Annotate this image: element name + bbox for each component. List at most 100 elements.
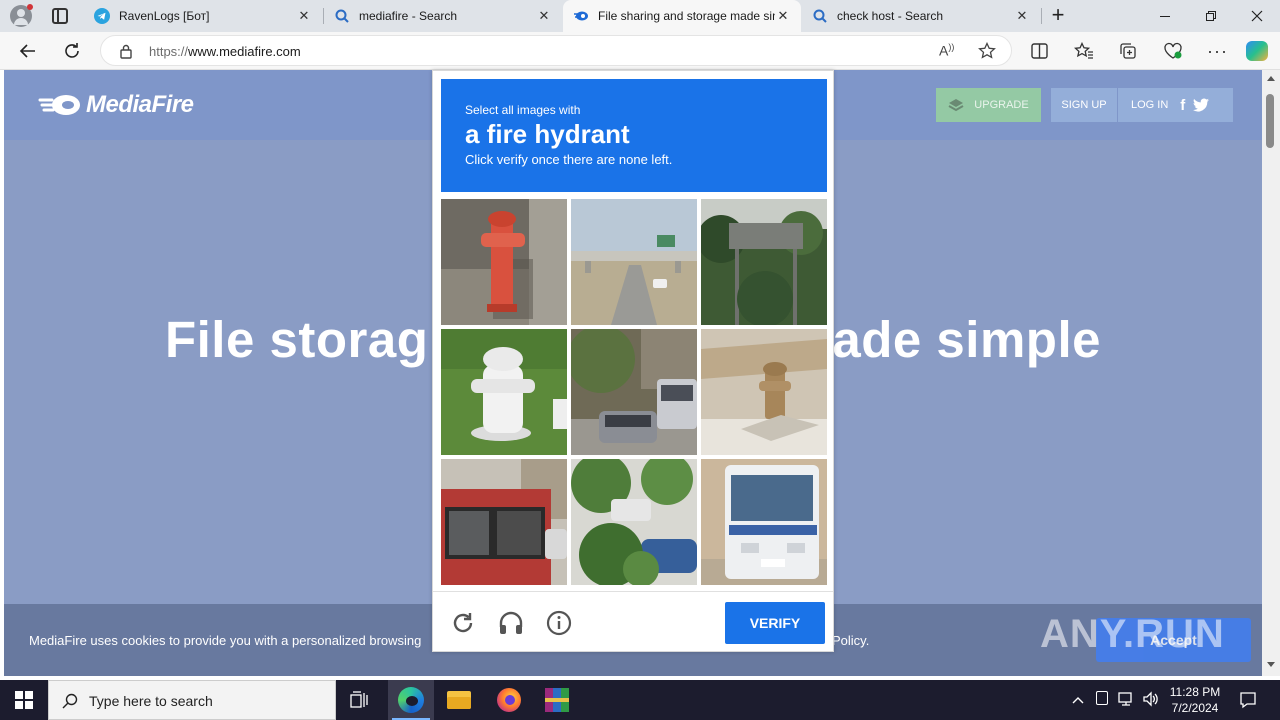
refresh-icon — [65, 43, 79, 58]
tab-actions-icon[interactable] — [52, 8, 68, 24]
cookie-policy-link[interactable]: Policy. — [832, 633, 869, 648]
captcha-prompt: Select all images with a fire hydrant Cl… — [441, 79, 827, 192]
twitter-icon[interactable] — [1193, 98, 1210, 112]
headphones-icon — [499, 611, 523, 634]
search-placeholder: Type here to search — [89, 693, 213, 709]
task-view-icon — [350, 691, 368, 708]
verify-button[interactable]: VERIFY — [725, 602, 825, 644]
close-window-button[interactable] — [1234, 0, 1280, 32]
mediafire-flame-icon — [38, 95, 80, 115]
tab-check-host-search[interactable]: check host - Search ✕ — [802, 0, 1040, 32]
refresh-button[interactable] — [58, 37, 86, 65]
restore-button[interactable] — [1188, 0, 1234, 32]
mediafire-logo[interactable]: MediaFire — [38, 90, 194, 120]
captcha-tile-9[interactable] — [701, 459, 827, 585]
favorite-star-icon[interactable] — [978, 42, 996, 60]
chevron-up-icon — [1072, 697, 1084, 704]
minimize-button[interactable] — [1142, 0, 1188, 32]
favorites-icon[interactable] — [1074, 42, 1094, 60]
scroll-down-icon[interactable] — [1267, 662, 1275, 667]
mediafire-icon — [574, 11, 588, 21]
windows-taskbar: Type here to search 11:28 PM 7/2/2024 — [0, 680, 1280, 720]
windows-logo-icon — [15, 691, 33, 709]
upgrade-button[interactable]: UPGRADE — [936, 88, 1041, 122]
captcha-footer: VERIFY — [433, 591, 833, 653]
captcha-tile-7[interactable] — [441, 459, 567, 585]
captcha-target: a fire hydrant — [465, 119, 630, 149]
audio-challenge-button[interactable] — [496, 608, 526, 638]
back-arrow-icon — [19, 44, 35, 58]
facebook-icon[interactable]: f — [1180, 97, 1185, 114]
taskbar-winrar[interactable] — [534, 680, 580, 720]
captcha-tile-1[interactable] — [441, 199, 567, 325]
address-bar[interactable]: https://www.mediafire.com A)) — [100, 35, 1012, 66]
search-icon — [813, 9, 827, 23]
lock-icon[interactable] — [119, 44, 133, 59]
browser-toolbar: https://www.mediafire.com A)) ··· — [0, 32, 1280, 70]
more-menu-icon[interactable]: ··· — [1207, 41, 1228, 62]
captcha-challenge: Select all images with a fire hydrant Cl… — [432, 70, 834, 652]
winrar-icon — [545, 688, 569, 712]
captcha-note: Click verify once there are none left. — [465, 152, 673, 167]
tab-ravenlogs[interactable]: RavenLogs [Бот] ✕ — [84, 0, 322, 32]
url-text[interactable]: https://www.mediafire.com — [149, 44, 301, 59]
search-icon — [335, 9, 349, 23]
read-aloud-icon[interactable]: A)) — [939, 42, 954, 59]
network-icon[interactable] — [1118, 691, 1136, 710]
captcha-tile-4[interactable] — [441, 329, 567, 455]
tab-title: File sharing and storage made simple — [598, 9, 775, 23]
close-tab-icon[interactable]: ✕ — [296, 8, 312, 24]
edge-icon — [398, 687, 424, 713]
captcha-tile-8[interactable] — [571, 459, 697, 585]
taskbar-file-explorer[interactable] — [436, 680, 482, 720]
info-icon — [546, 610, 572, 636]
firefox-icon — [497, 688, 521, 712]
logo-text: MediaFire — [86, 91, 194, 118]
clock-time: 11:28 PM — [1169, 685, 1221, 699]
copilot-icon[interactable] — [1246, 41, 1268, 61]
task-view-button[interactable] — [337, 680, 383, 720]
telegram-icon — [94, 8, 110, 24]
tab-title: RavenLogs [Бот] — [119, 9, 210, 23]
tab-title: mediafire - Search — [359, 9, 458, 23]
clock-date: 7/2/2024 — [1171, 701, 1219, 715]
page-scrollbar[interactable] — [1262, 70, 1280, 676]
captcha-tile-6[interactable] — [701, 329, 827, 455]
captcha-instruction: Select all images with — [465, 103, 581, 117]
captcha-tile-5[interactable] — [571, 329, 697, 455]
split-screen-icon[interactable] — [1031, 43, 1048, 59]
close-tab-icon[interactable]: ✕ — [775, 8, 791, 24]
back-button[interactable] — [14, 37, 42, 65]
close-tab-icon[interactable]: ✕ — [1014, 8, 1030, 24]
reload-challenge-button[interactable] — [448, 608, 478, 638]
system-clock[interactable]: 11:28 PM 7/2/2024 — [1160, 684, 1230, 716]
volume-icon[interactable] — [1142, 691, 1160, 710]
collections-icon[interactable] — [1119, 42, 1137, 60]
taskbar-edge[interactable] — [388, 680, 434, 720]
profile-icon[interactable] — [10, 4, 33, 27]
tab-strip: RavenLogs [Бот] ✕ mediafire - Search ✕ F… — [0, 0, 1280, 32]
browser-essentials-icon[interactable] — [1163, 42, 1183, 60]
show-hidden-icons[interactable] — [1072, 692, 1084, 707]
info-button[interactable] — [544, 608, 574, 638]
new-tab-button[interactable]: + — [1046, 3, 1070, 27]
tab-mediafire[interactable]: File sharing and storage made simple ✕ — [563, 0, 801, 32]
captcha-tile-3[interactable] — [701, 199, 827, 325]
notification-center-icon[interactable] — [1239, 691, 1257, 712]
device-icon[interactable] — [1096, 691, 1108, 705]
captcha-tile-2[interactable] — [571, 199, 697, 325]
tab-mediafire-search[interactable]: mediafire - Search ✕ — [324, 0, 562, 32]
tab-title: check host - Search — [837, 9, 944, 23]
signup-button[interactable]: SIGN UP — [1051, 88, 1117, 122]
captcha-image-grid — [441, 199, 827, 585]
start-button[interactable] — [0, 680, 48, 720]
close-icon — [1251, 10, 1263, 22]
scrollbar-thumb[interactable] — [1266, 94, 1274, 148]
upgrade-icon — [948, 99, 964, 112]
taskbar-firefox[interactable] — [486, 680, 532, 720]
close-tab-icon[interactable]: ✕ — [536, 8, 552, 24]
scroll-up-icon[interactable] — [1267, 76, 1275, 81]
login-button[interactable]: LOG IN f — [1118, 88, 1233, 122]
taskbar-search[interactable]: Type here to search — [48, 680, 336, 720]
anyrun-watermark: ANY.RUN — [1040, 612, 1225, 656]
